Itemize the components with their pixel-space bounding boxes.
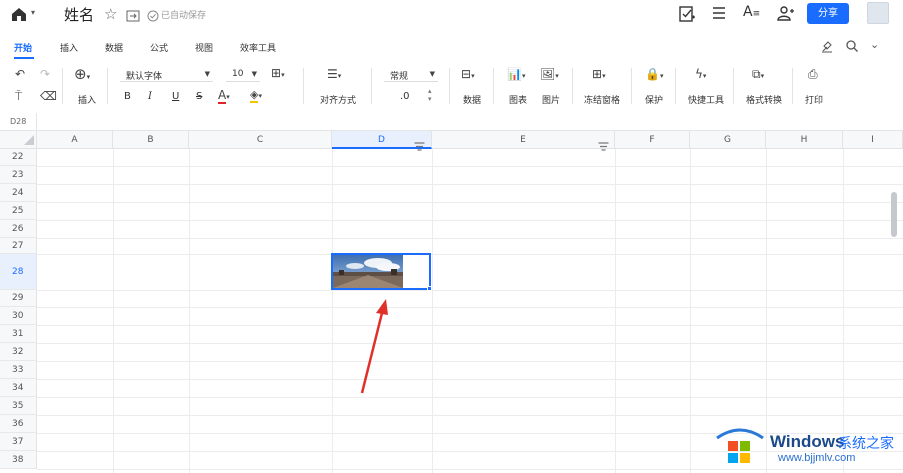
align-icon[interactable]: ☰▾	[327, 67, 341, 81]
chart-label[interactable]: 图表	[509, 93, 527, 106]
tab-formula[interactable]: 公式	[150, 41, 168, 54]
picture-label[interactable]: 图片	[542, 93, 560, 106]
watermark-url: www.bjjmlv.com	[778, 452, 856, 464]
format-convert-icon[interactable]: ⧉▾	[752, 67, 764, 82]
undo-icon[interactable]: ↶	[15, 67, 25, 81]
move-to-icon[interactable]	[126, 7, 140, 26]
toolbar: ↶ ↷ ⍑ ⌫ ⊕▾ 插入 默认字体 ▼ 10 ▼ ⊞▾ B I U S A▾ ◈▾…	[0, 64, 903, 110]
avatar[interactable]	[867, 2, 889, 24]
column-header-f[interactable]: F	[615, 131, 690, 149]
fill-color-icon[interactable]: ◈▾	[250, 88, 262, 103]
row-header-23[interactable]: 23	[0, 166, 37, 184]
menu-icon[interactable]	[711, 5, 727, 25]
underline-button[interactable]: U	[172, 91, 179, 102]
row-header-31[interactable]: 31	[0, 325, 37, 343]
row-header-38[interactable]: 38	[0, 451, 37, 469]
autosave-status: 已自动保存	[161, 11, 207, 21]
row-header-35[interactable]: 35	[0, 397, 37, 415]
bold-button[interactable]: B	[124, 91, 131, 102]
filter-icon[interactable]	[598, 136, 609, 155]
search-icon[interactable]	[845, 39, 859, 56]
column-header-a[interactable]: A	[37, 131, 113, 149]
quick-tools-icon[interactable]: ϟ▾	[695, 67, 706, 81]
column-header-c[interactable]: C	[189, 131, 332, 149]
autosave-check-icon	[147, 7, 159, 26]
row-header-28[interactable]: 28	[0, 254, 37, 290]
print-icon[interactable]: ⎙	[808, 67, 818, 82]
select-all-triangle-icon[interactable]	[24, 135, 34, 145]
row-header-30[interactable]: 30	[0, 307, 37, 325]
star-icon[interactable]: ☆	[104, 5, 117, 23]
format-painter-icon[interactable]: ⍑	[15, 89, 22, 104]
task-icon[interactable]	[678, 5, 696, 27]
column-header-i[interactable]: I	[843, 131, 903, 149]
column-header-e[interactable]: E	[432, 131, 615, 149]
tab-efficiency-tools[interactable]: 效率工具	[240, 41, 276, 54]
font-color-icon[interactable]: A▾	[218, 88, 230, 104]
selected-cell-d28[interactable]	[331, 253, 431, 290]
freeze-icon[interactable]: ⊞▾	[592, 67, 606, 81]
home-caret-icon[interactable]: ▾	[31, 8, 35, 17]
number-format-select[interactable]: 常规 ▼	[384, 68, 438, 82]
ribbon-tabs: 开始 插入 数据 公式 视图 效率工具 ⌄	[0, 38, 903, 59]
picture-icon[interactable]: 🖼▾	[540, 67, 559, 81]
protect-label[interactable]: 保护	[645, 93, 663, 106]
print-label[interactable]: 打印	[805, 93, 823, 106]
lock-icon[interactable]: 🔒▾	[645, 67, 663, 81]
row-header-34[interactable]: 34	[0, 379, 37, 397]
column-header-g[interactable]: G	[690, 131, 766, 149]
brush-icon[interactable]	[820, 39, 834, 56]
row-header-22[interactable]: 22	[0, 149, 37, 166]
red-arrow-annotation	[360, 299, 388, 394]
freeze-label[interactable]: 冻结窗格	[584, 93, 620, 106]
row-header-33[interactable]: 33	[0, 361, 37, 379]
row-header-36[interactable]: 36	[0, 415, 37, 433]
tab-start[interactable]: 开始	[14, 41, 32, 54]
title-bar: ▾ 姓名 ☆ 已自动保存 A≡ 分享	[0, 0, 903, 30]
row-header-24[interactable]: 24	[0, 184, 37, 202]
tab-view[interactable]: 视图	[195, 41, 213, 54]
watermark-brand: Windows	[770, 432, 845, 451]
font-family-select[interactable]: 默认字体 ▼	[120, 68, 213, 82]
document-title[interactable]: 姓名	[64, 4, 94, 25]
row-header-29[interactable]: 29	[0, 290, 37, 307]
text-format-icon[interactable]: A≡	[743, 4, 760, 20]
name-box[interactable]: D28	[0, 113, 37, 130]
tab-data[interactable]: 数据	[105, 41, 123, 54]
quick-tools-label[interactable]: 快捷工具	[688, 93, 724, 106]
home-icon[interactable]	[10, 6, 28, 26]
border-icon[interactable]: ⊞▾	[271, 66, 285, 80]
filter-icon[interactable]	[414, 136, 425, 155]
insert-label[interactable]: 插入	[78, 93, 96, 106]
collaborator-icon[interactable]	[777, 5, 795, 25]
row-header-26[interactable]: 26	[0, 220, 37, 238]
column-header-h[interactable]: H	[766, 131, 843, 149]
row-header-25[interactable]: 25	[0, 202, 37, 220]
row-header-37[interactable]: 37	[0, 433, 37, 451]
decimal-value[interactable]: .0	[400, 91, 410, 102]
row-header-32[interactable]: 32	[0, 343, 37, 361]
column-header-b[interactable]: B	[113, 131, 189, 149]
clear-format-icon[interactable]: ⌫	[40, 89, 57, 103]
italic-button[interactable]: I	[148, 91, 152, 102]
redo-icon[interactable]: ↷	[40, 67, 50, 81]
vertical-scrollbar[interactable]	[891, 192, 897, 237]
insert-add-icon[interactable]: ⊕▾	[74, 65, 90, 83]
data-icon[interactable]: ⊟▾	[461, 67, 475, 81]
chart-icon[interactable]: 📊▾	[507, 67, 525, 81]
fill-handle[interactable]	[427, 286, 432, 291]
tab-insert[interactable]: 插入	[60, 41, 78, 54]
align-label[interactable]: 对齐方式	[320, 93, 356, 106]
windows-logo-icon	[716, 428, 764, 463]
collapse-ribbon-icon[interactable]: ⌄	[870, 38, 879, 51]
format-convert-label[interactable]: 格式转换	[746, 93, 782, 106]
font-size-select[interactable]: 10 ▼	[226, 68, 260, 82]
watermark-cn: 系统之家	[838, 436, 894, 452]
strikethrough-button[interactable]: S	[196, 91, 202, 102]
row-header-27[interactable]: 27	[0, 238, 37, 254]
decimal-stepper[interactable]: ▴ ▾	[428, 87, 432, 103]
data-label[interactable]: 数据	[463, 93, 481, 106]
share-button[interactable]: 分享	[807, 3, 849, 24]
active-tab-indicator	[14, 57, 34, 59]
